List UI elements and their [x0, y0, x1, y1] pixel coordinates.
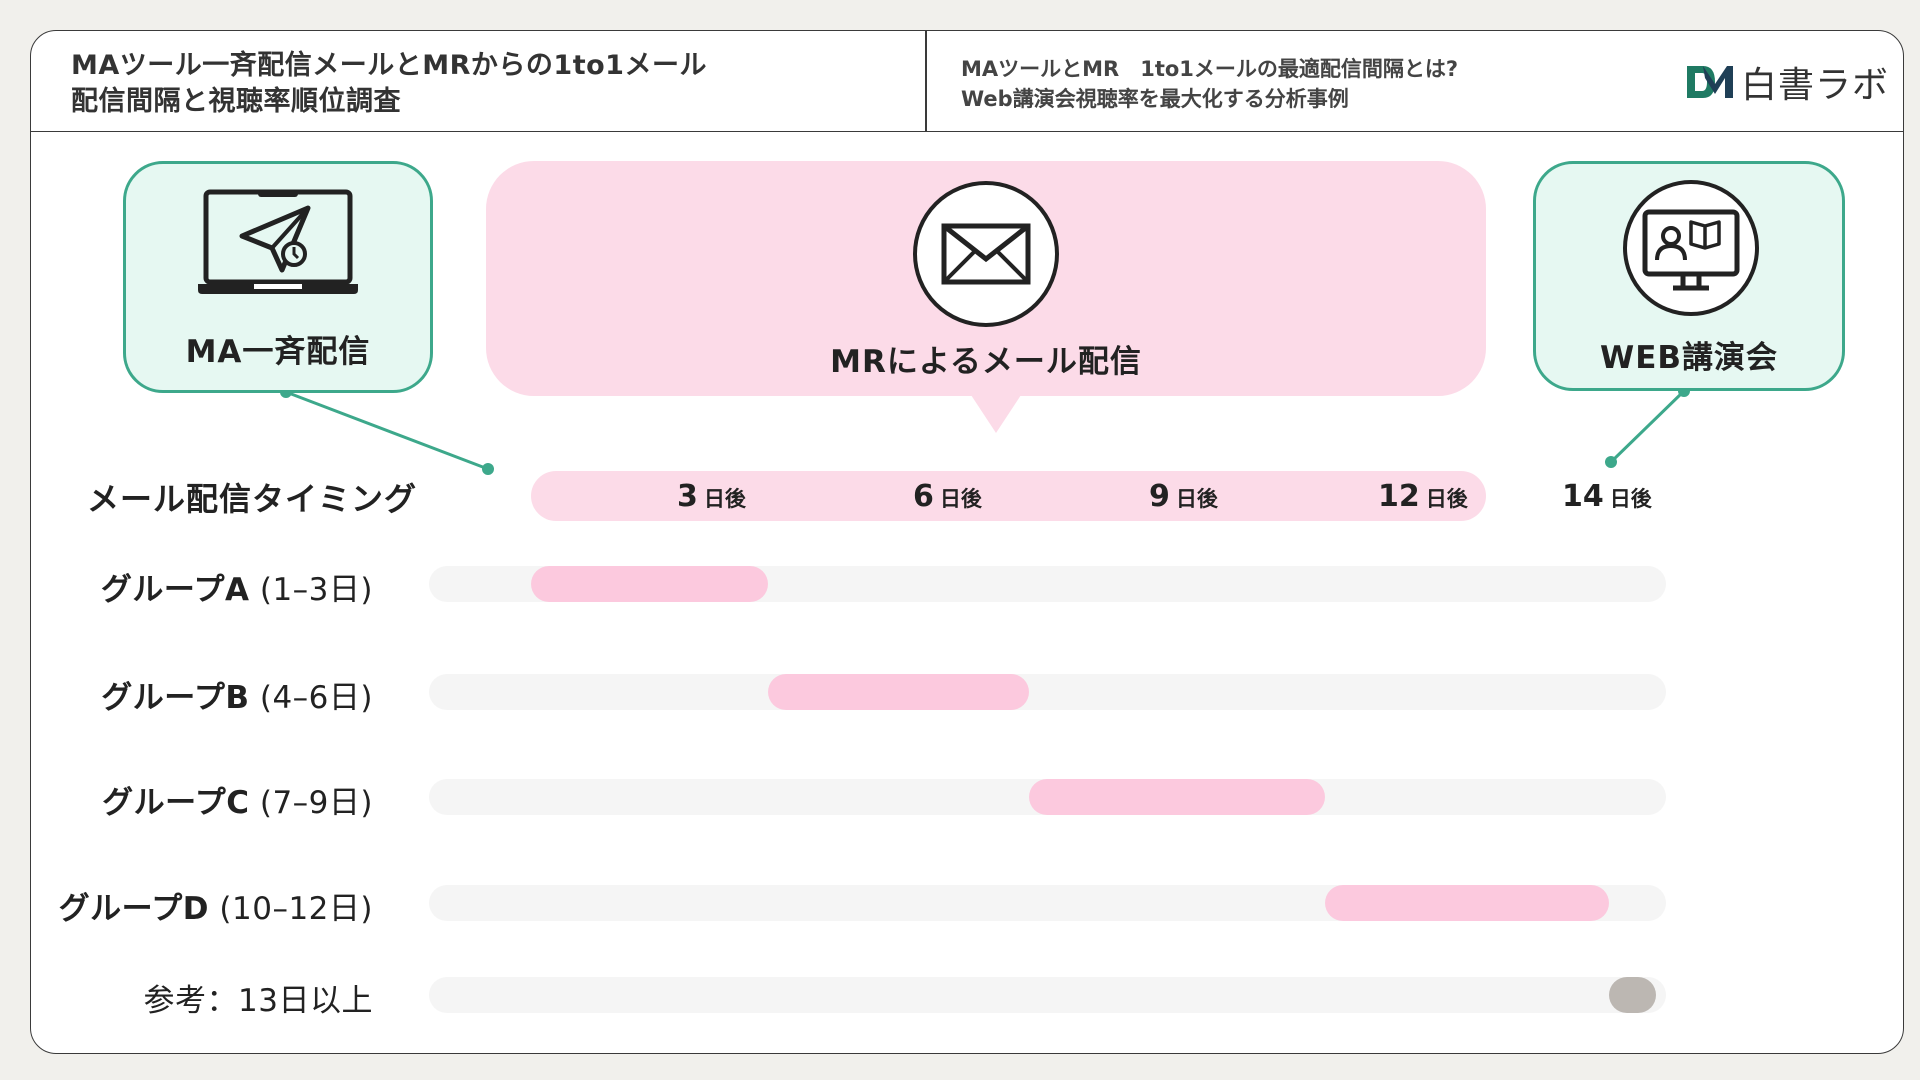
- web-lecture-box: WEB講演会: [1533, 161, 1845, 391]
- row-segment-3: [1324, 885, 1610, 921]
- row-label-1: グループB (4–6日): [101, 680, 373, 716]
- timing-bar: [531, 471, 1486, 521]
- row-label-3: グループD (10–12日): [58, 891, 373, 927]
- tick-9-days: 9 日後: [1149, 479, 1218, 514]
- timing-label: メール配信タイミング: [87, 480, 418, 518]
- envelope-icon: [913, 181, 1059, 327]
- row-segment-2: [1028, 779, 1325, 815]
- row-segment-0: [531, 566, 768, 602]
- tick-12-days: 12 日後: [1378, 479, 1468, 514]
- tick-6-days: 6 日後: [913, 479, 982, 514]
- ma-broadcast-box: MA一斉配信: [123, 161, 433, 393]
- row-segment-1: [768, 674, 1029, 710]
- slide-card: MAツール一斉配信メールとMRからの1to1メール 配信間隔と視聴率順位調査 M…: [30, 30, 1904, 1054]
- mr-email-bubble: MRによるメール配信: [486, 161, 1486, 396]
- tick-14-days: 14 日後: [1562, 479, 1652, 514]
- ma-broadcast-label: MA一斉配信: [185, 334, 371, 370]
- row-track-1: [429, 674, 1666, 710]
- web-lecture-icon: [1623, 180, 1759, 316]
- row-segment-4: [1609, 977, 1656, 1013]
- bubble-tail: [971, 395, 1021, 433]
- web-lecture-label: WEB講演会: [1600, 340, 1778, 376]
- row-track-4: [429, 977, 1666, 1013]
- row-label-4: 参考：13日以上: [143, 983, 373, 1019]
- row-label-0: グループA (1–3日): [100, 572, 373, 608]
- laptop-send-icon: [198, 189, 358, 294]
- mr-email-label: MRによるメール配信: [830, 344, 1142, 380]
- row-label-2: グループC (7–9日): [102, 785, 373, 821]
- tick-3-days: 3 日後: [677, 479, 746, 514]
